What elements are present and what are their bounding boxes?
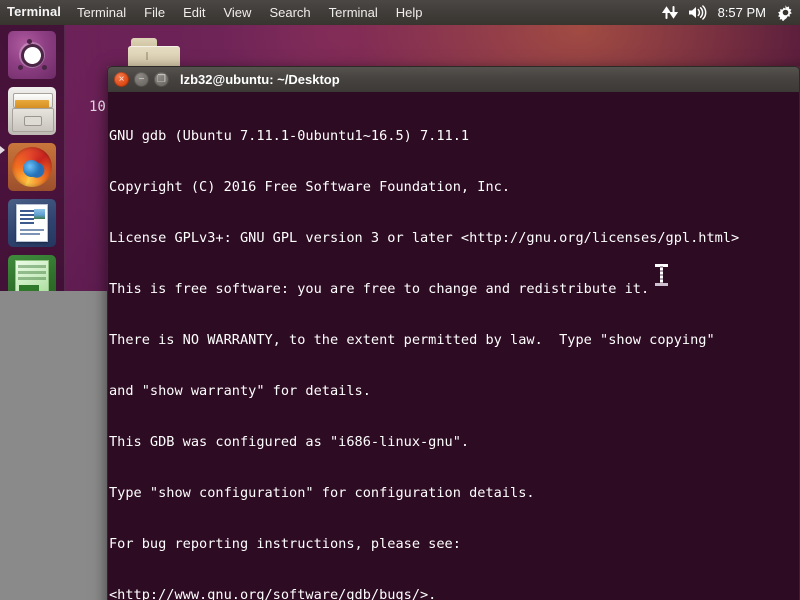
screen: 10 × − ❐ lzb32@ubuntu: ~/Desktop GNU gdb…: [0, 0, 800, 600]
panel-indicators: 8:57 PM: [661, 0, 794, 25]
terminal-body[interactable]: GNU gdb (Ubuntu 7.11.1-0ubuntu1~16.5) 7.…: [107, 92, 800, 600]
terminal-line: <http://www.gnu.org/software/gdb/bugs/>.: [109, 587, 437, 600]
terminal-window-title: lzb32@ubuntu: ~/Desktop: [180, 72, 340, 87]
gear-icon[interactable]: [777, 0, 794, 25]
text-ibeam-cursor: [655, 264, 669, 286]
launcher-item-files[interactable]: [8, 87, 56, 135]
window-close-button[interactable]: ×: [114, 72, 129, 87]
folder-line: [146, 52, 148, 60]
window-minimize-button[interactable]: −: [134, 72, 149, 87]
window-maximize-button[interactable]: ❐: [154, 72, 169, 87]
terminal-line: and "show warranty" for details.: [109, 383, 371, 399]
terminal-line: This is free software: you are free to c…: [109, 281, 650, 297]
libreoffice-calc-icon: [8, 255, 56, 291]
ubuntu-logo-icon: [8, 31, 56, 79]
terminal-line: For bug reporting instructions, please s…: [109, 536, 461, 552]
unity-launcher: [0, 25, 65, 291]
firefox-icon: [8, 143, 56, 191]
panel-app-name: Terminal: [7, 4, 62, 19]
launcher-item-firefox[interactable]: [8, 143, 56, 191]
menu-item-search[interactable]: Search: [260, 0, 319, 25]
terminal-window[interactable]: × − ❐ lzb32@ubuntu: ~/Desktop GNU gdb (U…: [107, 66, 800, 600]
menu-item-edit[interactable]: Edit: [174, 0, 214, 25]
panel-clock[interactable]: 8:57 PM: [716, 5, 768, 20]
terminal-line: License GPLv3+: GNU GPL version 3 or lat…: [109, 230, 740, 246]
menu-item-help[interactable]: Help: [387, 0, 432, 25]
terminal-output-text[interactable]: GNU gdb (Ubuntu 7.11.1-0ubuntu1~16.5) 7.…: [108, 94, 799, 600]
menu-item-terminal[interactable]: Terminal: [68, 0, 135, 25]
launcher-running-arrow-icon: [0, 146, 5, 154]
launcher-item-libreoffice-calc[interactable]: [8, 255, 56, 291]
terminal-titlebar[interactable]: × − ❐ lzb32@ubuntu: ~/Desktop: [107, 66, 800, 92]
terminal-line: GNU gdb (Ubuntu 7.11.1-0ubuntu1~16.5) 7.…: [109, 128, 470, 144]
terminal-line: Copyright (C) 2016 Free Software Foundat…: [109, 179, 511, 195]
terminal-line: There is NO WARRANTY, to the extent perm…: [109, 332, 715, 348]
menu-item-terminal-2[interactable]: Terminal: [320, 0, 387, 25]
launcher-item-libreoffice-writer[interactable]: [8, 199, 56, 247]
terminal-line: Type "show configuration" for configurat…: [109, 485, 535, 501]
network-updown-icon[interactable]: [661, 0, 679, 25]
menu-item-view[interactable]: View: [214, 0, 260, 25]
desktop-stray-number: 10: [89, 99, 106, 115]
menu-item-file[interactable]: File: [135, 0, 174, 25]
files-icon: [8, 87, 56, 135]
top-panel: Terminal Terminal File Edit View Search …: [0, 0, 800, 25]
volume-icon[interactable]: [688, 0, 707, 25]
launcher-item-ubuntu-dash[interactable]: [8, 31, 56, 79]
libreoffice-writer-icon: [8, 199, 56, 247]
terminal-line: This GDB was configured as "i686-linux-g…: [109, 434, 470, 450]
panel-menubar: Terminal File Edit View Search Terminal …: [68, 0, 432, 25]
